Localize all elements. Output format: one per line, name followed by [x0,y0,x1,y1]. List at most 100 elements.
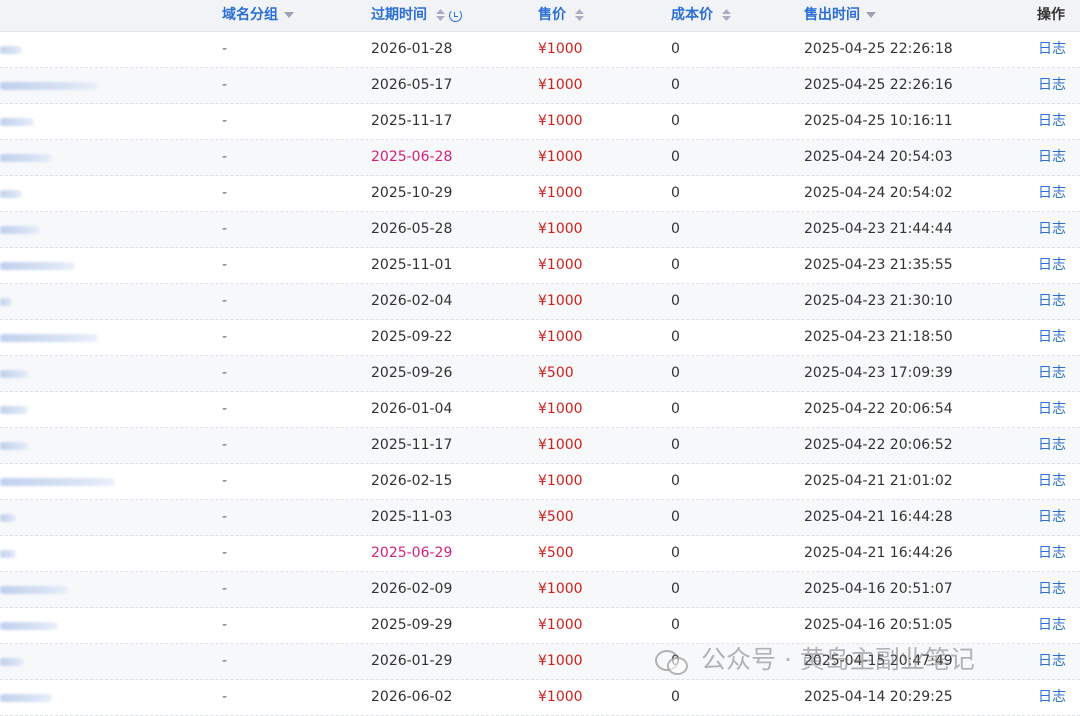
cost-cell: 0 [671,221,680,237]
sold-time-cell: 2025-04-21 21:01:02 [804,473,953,489]
expiry-date-cell: 2025-06-28 [371,149,453,165]
sold-time-cell: 2025-04-23 21:18:50 [804,329,953,345]
table-row[interactable]: - 2026-05-17 ¥1000 0 2025-04-25 22:26:16 日志 [0,68,1080,104]
group-cell: - [222,329,228,345]
group-cell: - [222,437,228,453]
table-row[interactable]: - 2026-02-09 ¥1000 0 2025-04-16 20:51:07 日志 [0,572,1080,608]
column-header-price[interactable]: 售价 [538,0,584,31]
table-row[interactable]: - 2026-01-29 ¥1000 0 2025-04-15 20:47:49 日志 [0,644,1080,680]
price-cell: ¥1000 [538,437,583,453]
log-link[interactable]: 日志 [1038,356,1066,391]
sort-icon[interactable] [721,9,731,21]
sort-desc-icon[interactable] [866,12,876,18]
table-row[interactable]: - 2025-11-17 ¥1000 0 2025-04-22 20:06:52 日志 [0,428,1080,464]
group-cell: - [222,41,228,57]
cost-cell: 0 [671,77,680,93]
log-link[interactable]: 日志 [1038,608,1066,643]
table-row[interactable]: - 2026-02-04 ¥1000 0 2025-04-23 21:30:10 日志 [0,284,1080,320]
log-link[interactable]: 日志 [1038,104,1066,139]
price-cell: ¥1000 [538,473,583,489]
domain-name-redacted [0,658,24,666]
group-cell: - [222,365,228,381]
log-link[interactable]: 日志 [1038,176,1066,211]
log-link[interactable]: 日志 [1038,392,1066,427]
expiry-date-cell: 2026-06-02 [371,689,453,705]
domain-name-redacted [0,262,75,270]
price-cell: ¥1000 [538,581,583,597]
cost-cell: 0 [671,185,680,201]
expiry-date-cell: 2026-02-15 [371,473,453,489]
sold-time-cell: 2025-04-16 20:51:07 [804,581,953,597]
log-link[interactable]: 日志 [1038,32,1066,67]
table-row[interactable]: - 2025-11-03 ¥500 0 2025-04-21 16:44:28 日志 [0,500,1080,536]
price-cell: ¥1000 [538,653,583,669]
table-row[interactable]: - 2026-05-28 ¥1000 0 2025-04-23 21:44:44 日志 [0,212,1080,248]
table-row[interactable]: - 2025-10-29 ¥1000 0 2025-04-24 20:54:02 日志 [0,176,1080,212]
table-row[interactable]: - 2025-09-22 ¥1000 0 2025-04-23 21:18:50 日志 [0,320,1080,356]
log-link[interactable]: 日志 [1038,284,1066,319]
column-header-sold-time-label: 售出时间 [804,7,860,23]
table-row[interactable]: - 2025-11-17 ¥1000 0 2025-04-25 10:16:11 日志 [0,104,1080,140]
table-row[interactable]: - 2025-11-01 ¥1000 0 2025-04-23 21:35:55 日志 [0,248,1080,284]
log-link[interactable]: 日志 [1038,212,1066,247]
log-link[interactable]: 日志 [1038,68,1066,103]
log-link[interactable]: 日志 [1038,572,1066,607]
cost-cell: 0 [671,365,680,381]
group-cell: - [222,689,228,705]
table-row[interactable]: - 2026-01-04 ¥1000 0 2025-04-22 20:06:54 日志 [0,392,1080,428]
log-link[interactable]: 日志 [1038,500,1066,535]
log-link[interactable]: 日志 [1038,680,1066,715]
expiry-date-cell: 2026-01-04 [371,401,453,417]
domain-name-redacted [0,154,52,162]
cost-cell: 0 [671,113,680,129]
log-link[interactable]: 日志 [1038,536,1066,571]
log-link[interactable]: 日志 [1038,464,1066,499]
domain-name-redacted [0,622,58,630]
expiry-date-cell: 2025-11-03 [371,509,453,525]
log-link[interactable]: 日志 [1038,140,1066,175]
price-cell: ¥1000 [538,185,583,201]
log-link[interactable]: 日志 [1038,428,1066,463]
column-header-group[interactable]: 域名分组 [222,0,294,31]
cost-cell: 0 [671,617,680,633]
cost-cell: 0 [671,329,680,345]
log-link[interactable]: 日志 [1038,644,1066,679]
group-cell: - [222,401,228,417]
table-row[interactable]: - 2025-06-28 ¥1000 0 2025-04-24 20:54:03 日志 [0,140,1080,176]
log-link[interactable]: 日志 [1038,248,1066,283]
log-link[interactable]: 日志 [1038,320,1066,355]
filter-dropdown-icon[interactable] [284,12,294,18]
expiry-date-cell: 2025-06-29 [371,545,453,561]
sort-icon[interactable] [574,9,584,21]
table-row[interactable]: - 2026-06-02 ¥1000 0 2025-04-14 20:29:25 日志 [0,680,1080,716]
column-header-cost-label: 成本价 [671,7,713,23]
table-row[interactable]: - 2025-09-26 ¥500 0 2025-04-23 17:09:39 日志 [0,356,1080,392]
cost-cell: 0 [671,689,680,705]
domain-name-redacted [0,46,22,54]
price-cell: ¥500 [538,365,574,381]
expiry-date-cell: 2026-05-28 [371,221,453,237]
sort-icon[interactable] [435,9,445,21]
refresh-icon[interactable] [448,8,462,22]
column-header-operation: 操作 [1037,0,1065,31]
cost-cell: 0 [671,581,680,597]
expiry-date-cell: 2026-01-29 [371,653,453,669]
group-cell: - [222,77,228,93]
cost-cell: 0 [671,257,680,273]
price-cell: ¥1000 [538,113,583,129]
table-row[interactable]: - 2026-01-28 ¥1000 0 2025-04-25 22:26:18 日志 [0,32,1080,68]
sold-time-cell: 2025-04-23 17:09:39 [804,365,953,381]
expiry-date-cell: 2026-05-17 [371,77,453,93]
column-header-sold-time[interactable]: 售出时间 [804,0,876,31]
column-header-cost[interactable]: 成本价 [671,0,731,31]
domain-name-redacted [0,514,16,522]
group-cell: - [222,509,228,525]
table-row[interactable]: - 2026-02-15 ¥1000 0 2025-04-21 21:01:02 日志 [0,464,1080,500]
column-header-expiry[interactable]: 过期时间 [371,0,462,31]
sold-time-cell: 2025-04-23 21:30:10 [804,293,953,309]
table-row[interactable]: - 2025-09-29 ¥1000 0 2025-04-16 20:51:05 日志 [0,608,1080,644]
expiry-date-cell: 2025-11-17 [371,437,453,453]
column-header-operation-label: 操作 [1037,7,1065,23]
table-row[interactable]: - 2025-06-29 ¥500 0 2025-04-21 16:44:26 日志 [0,536,1080,572]
column-header-expiry-label: 过期时间 [371,7,427,23]
